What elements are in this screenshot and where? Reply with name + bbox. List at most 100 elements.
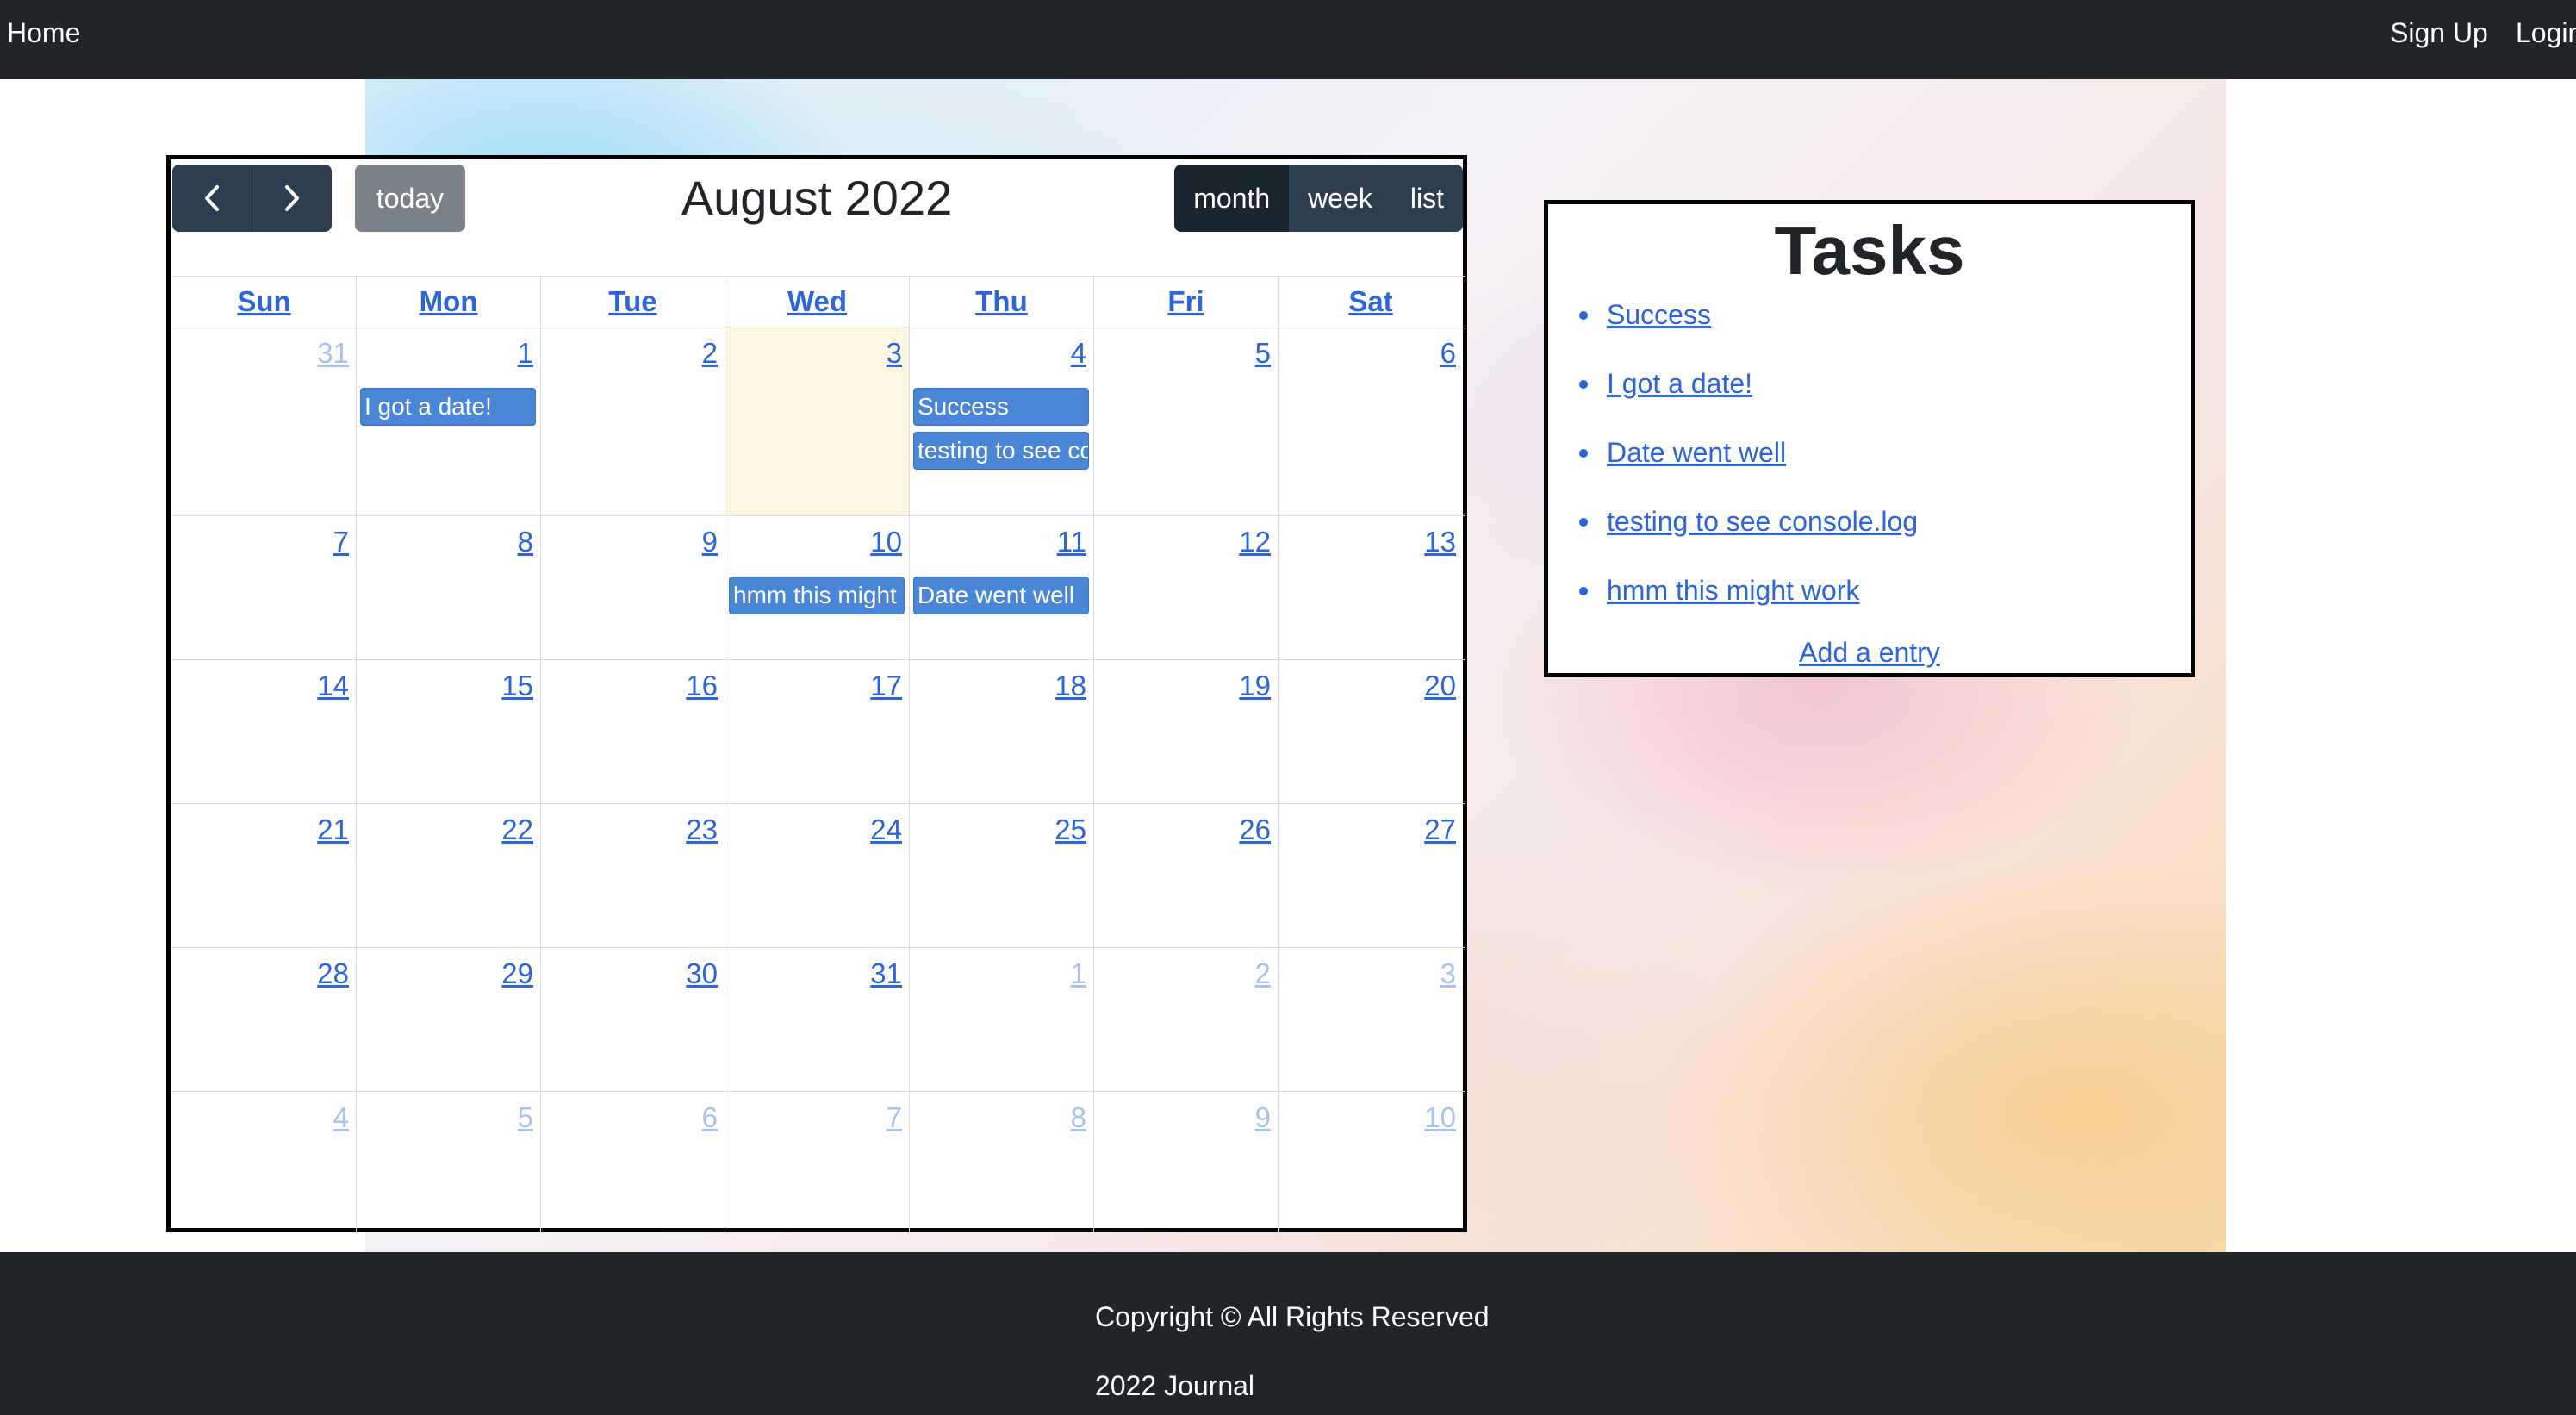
day-cell[interactable]: 2	[1094, 948, 1279, 1091]
day-cell[interactable]: 2	[541, 327, 725, 515]
day-number[interactable]: 30	[686, 957, 718, 991]
day-number[interactable]: 11	[1057, 525, 1086, 559]
day-cell[interactable]: 10	[1279, 1092, 1463, 1235]
task-link[interactable]: Date went well	[1607, 437, 1786, 468]
day-number[interactable]: 20	[1424, 669, 1456, 703]
nav-signup-link[interactable]: Sign Up	[2390, 16, 2488, 50]
day-number[interactable]: 15	[501, 669, 533, 703]
day-cell[interactable]: 20	[1279, 660, 1463, 803]
day-cell[interactable]: 29	[357, 948, 541, 1091]
day-cell[interactable]: 15	[357, 660, 541, 803]
day-number[interactable]: 22	[501, 813, 533, 847]
view-month-button[interactable]: month	[1174, 165, 1290, 232]
day-cell[interactable]: 4	[172, 1092, 357, 1235]
weekday-tue[interactable]: Tue	[541, 277, 725, 327]
day-cell[interactable]: 11 Date went well	[910, 516, 1094, 659]
day-number[interactable]: 27	[1424, 813, 1456, 847]
day-number[interactable]: 28	[317, 957, 349, 991]
day-cell[interactable]: 23	[541, 804, 725, 947]
day-number[interactable]: 13	[1424, 525, 1456, 559]
day-number[interactable]: 17	[870, 669, 902, 703]
day-number[interactable]: 5	[1255, 336, 1271, 371]
day-cell[interactable]: 18	[910, 660, 1094, 803]
day-cell[interactable]: 5	[1094, 327, 1279, 515]
day-cell[interactable]: 4 Success testing to see console.log	[910, 327, 1094, 515]
task-link[interactable]: testing to see console.log	[1607, 506, 1918, 537]
weekday-thu[interactable]: Thu	[910, 277, 1094, 327]
day-number[interactable]: 10	[870, 525, 902, 559]
view-list-button[interactable]: list	[1391, 165, 1463, 232]
day-cell[interactable]: 14	[172, 660, 357, 803]
next-month-button[interactable]	[252, 165, 332, 232]
day-number[interactable]: 31	[317, 336, 349, 371]
day-number[interactable]: 10	[1424, 1100, 1456, 1135]
day-number[interactable]: 8	[518, 525, 533, 559]
day-cell[interactable]: 9	[541, 516, 725, 659]
day-number[interactable]: 1	[1071, 957, 1086, 991]
day-cell[interactable]: 22	[357, 804, 541, 947]
day-number[interactable]: 4	[1071, 336, 1086, 371]
day-cell[interactable]: 21	[172, 804, 357, 947]
day-cell[interactable]: 17	[725, 660, 910, 803]
weekday-sat[interactable]: Sat	[1279, 277, 1463, 327]
day-number[interactable]: 2	[1255, 957, 1271, 991]
day-number[interactable]: 19	[1239, 669, 1271, 703]
day-cell[interactable]: 5	[357, 1092, 541, 1235]
day-number[interactable]: 3	[1440, 957, 1456, 991]
task-link[interactable]: hmm this might work	[1607, 575, 1859, 606]
day-number[interactable]: 2	[702, 336, 718, 371]
day-cell[interactable]: 25	[910, 804, 1094, 947]
day-cell[interactable]: 31	[725, 948, 910, 1091]
add-entry-link[interactable]: Add a entry	[1548, 635, 2191, 670]
day-number[interactable]: 6	[1440, 336, 1456, 371]
day-cell[interactable]: 27	[1279, 804, 1463, 947]
day-cell[interactable]: 8	[357, 516, 541, 659]
day-cell[interactable]: 31	[172, 327, 357, 515]
day-cell[interactable]: 1	[910, 948, 1094, 1091]
weekday-wed[interactable]: Wed	[725, 277, 910, 327]
prev-month-button[interactable]	[172, 165, 252, 232]
day-cell[interactable]: 10 hmm this might work	[725, 516, 910, 659]
calendar-event[interactable]: hmm this might work	[729, 577, 905, 614]
day-number[interactable]: 9	[1255, 1100, 1271, 1135]
day-number[interactable]: 6	[702, 1100, 718, 1135]
day-cell[interactable]: 7	[172, 516, 357, 659]
day-number[interactable]: 3	[887, 336, 902, 371]
day-cell[interactable]: 8	[910, 1092, 1094, 1235]
day-cell[interactable]: 28	[172, 948, 357, 1091]
day-cell[interactable]: 6	[541, 1092, 725, 1235]
today-button[interactable]: today	[355, 165, 465, 232]
day-cell[interactable]: 7	[725, 1092, 910, 1235]
day-cell[interactable]: 6	[1279, 327, 1463, 515]
day-number[interactable]: 8	[1071, 1100, 1086, 1135]
calendar-event[interactable]: I got a date!	[360, 388, 536, 426]
day-number[interactable]: 29	[501, 957, 533, 991]
day-cell[interactable]: 26	[1094, 804, 1279, 947]
day-number[interactable]: 14	[317, 669, 349, 703]
day-number[interactable]: 1	[518, 336, 533, 371]
day-number[interactable]: 31	[870, 957, 902, 991]
day-cell[interactable]: 30	[541, 948, 725, 1091]
day-number[interactable]: 12	[1239, 525, 1271, 559]
day-number[interactable]: 9	[702, 525, 718, 559]
day-number[interactable]: 7	[887, 1100, 902, 1135]
day-number[interactable]: 5	[518, 1100, 533, 1135]
today-cell[interactable]: 3	[725, 327, 910, 515]
day-number[interactable]: 24	[870, 813, 902, 847]
nav-home-link[interactable]: Home	[7, 16, 80, 50]
weekday-fri[interactable]: Fri	[1094, 277, 1279, 327]
task-link[interactable]: I got a date!	[1607, 368, 1752, 399]
weekday-mon[interactable]: Mon	[357, 277, 541, 327]
day-number[interactable]: 4	[333, 1100, 349, 1135]
calendar-event[interactable]: testing to see console.log	[913, 432, 1089, 470]
nav-login-link[interactable]: Login	[2516, 16, 2576, 50]
calendar-event[interactable]: Date went well	[913, 577, 1089, 614]
day-cell[interactable]: 1 I got a date!	[357, 327, 541, 515]
day-cell[interactable]: 9	[1094, 1092, 1279, 1235]
view-week-button[interactable]: week	[1289, 165, 1391, 232]
day-number[interactable]: 23	[686, 813, 718, 847]
day-number[interactable]: 18	[1055, 669, 1086, 703]
day-cell[interactable]: 16	[541, 660, 725, 803]
task-link[interactable]: Success	[1607, 299, 1711, 330]
day-cell[interactable]: 12	[1094, 516, 1279, 659]
